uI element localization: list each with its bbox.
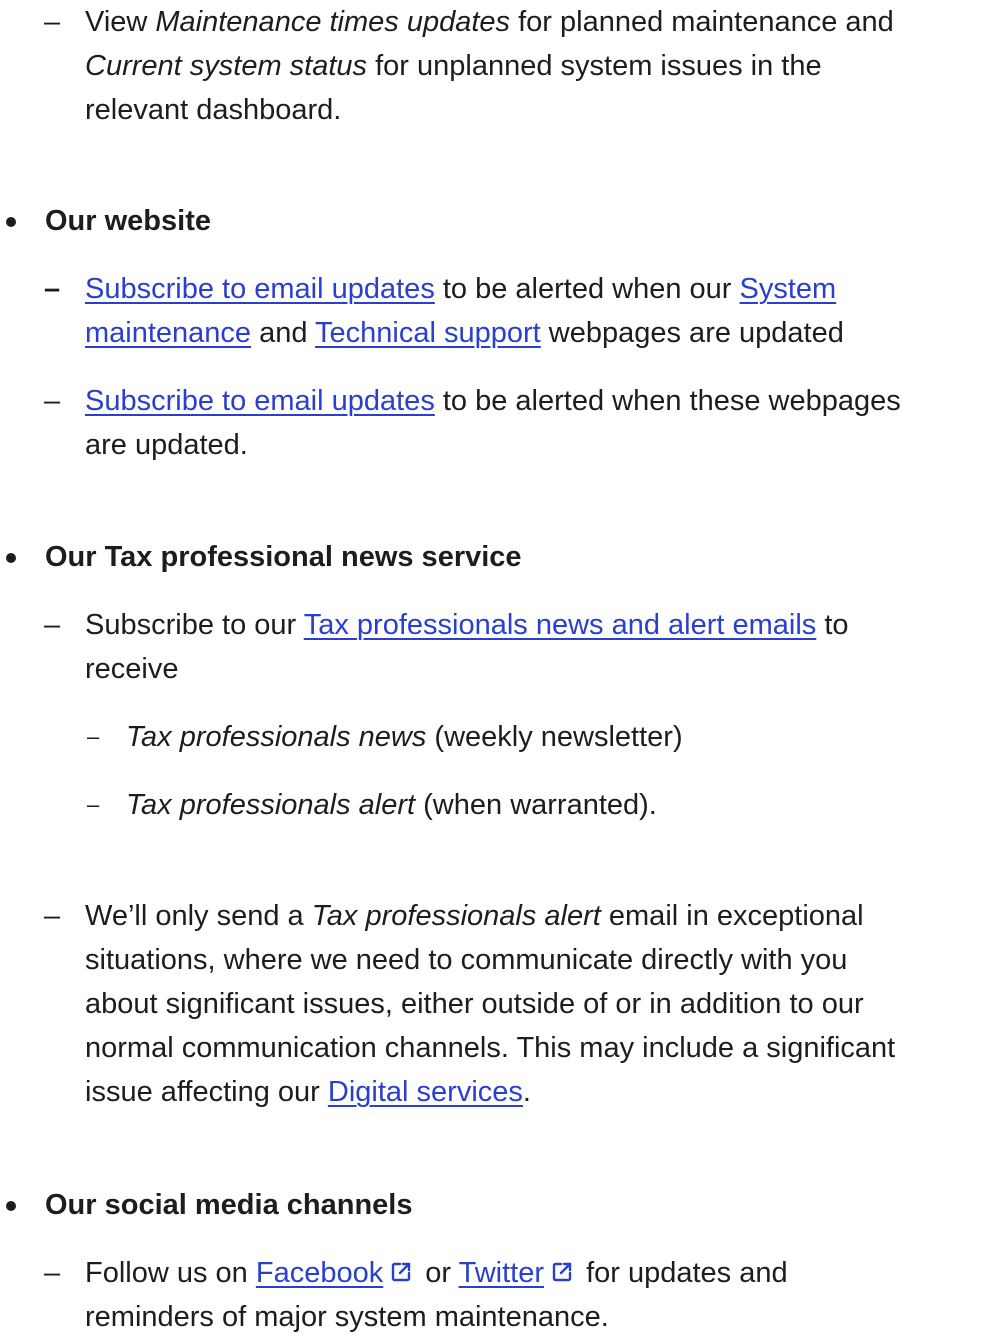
tax-professionals-emails-link[interactable]: Tax professionals news and alert emails [304,609,817,641]
news-item1-line1: Subscribe to our Tax professionals news … [85,603,849,647]
news-item2-line4: normal communication channels. This may … [85,1032,896,1064]
news-subitem2: Tax professionals alert (when warranted)… [126,783,657,827]
text: for unplanned system issues in the [367,50,822,82]
news-item2-line2: situations, where we need to communicate… [85,944,848,976]
social-item1-line1: Follow us on Facebook or Twitter for upd… [85,1251,788,1295]
external-link-icon [389,1253,413,1282]
emphasis-text: Maintenance times updates [155,6,511,38]
status-item-line1: View Maintenance times updates for plann… [85,0,894,44]
technical-support-link[interactable]: Technical support [315,317,541,349]
section-heading-website: Our website [45,205,211,237]
text: View [85,6,156,38]
text: for planned maintenance and [510,6,894,38]
emphasis-text: Tax professionals news [126,721,427,753]
list-dash: – [44,385,61,417]
list-dash: – [44,273,61,305]
news-subitem1: Tax professionals news (weekly newslette… [126,715,683,759]
news-item2-line3: about significant issues, either outside… [85,988,864,1020]
emphasis-text: Current system status [85,50,368,82]
website-item1-line2: maintenance and Technical support webpag… [85,311,844,355]
text: for updates and [578,1257,788,1289]
twitter-link[interactable]: Twitter [459,1257,544,1289]
list-dash: – [44,900,61,932]
emphasis-text: Tax professionals alert [126,789,416,821]
subscribe-email-link[interactable]: Subscribe to email updates [85,273,435,305]
text: . [522,1076,531,1108]
news-item1-line2: receive [85,653,179,685]
section-heading-social: Our social media channels [45,1189,413,1221]
bullet-icon [6,553,16,563]
status-item-line2: Current system status for unplanned syst… [85,44,822,88]
facebook-link[interactable]: Facebook [256,1257,383,1289]
news-item2-line1: We’ll only send a Tax professionals aler… [85,894,864,938]
text: to be alerted when our [434,273,740,305]
social-item1-line2: reminders of major system maintenance. [85,1301,609,1333]
website-item2-line1: Subscribe to email updates to be alerted… [85,379,901,423]
bullet-icon [6,217,16,227]
system-maintenance-link[interactable]: System [740,273,837,305]
subscribe-email-link[interactable]: Subscribe to email updates [85,385,435,417]
sublist-dash: – [87,724,100,749]
sublist-dash: – [87,792,100,817]
text: We’ll only send a [85,900,312,932]
system-maintenance-link[interactable]: maintenance [85,317,251,349]
text: (when warranted). [415,789,657,821]
list-dash: – [44,6,61,38]
text: webpages are updated [540,317,844,349]
section-heading-news: Our Tax professional news service [45,541,522,573]
text: Follow us on [85,1257,256,1289]
list-dash: – [44,1257,61,1289]
text: email in exceptional [600,900,864,932]
bullet-icon [6,1201,16,1211]
text: (weekly newsletter) [426,721,683,753]
digital-services-link[interactable]: Digital services [328,1076,523,1108]
status-item-line3: relevant dashboard. [85,94,342,126]
external-link-icon [550,1253,574,1282]
list-dash: – [44,609,61,641]
text: issue affecting our [85,1076,328,1108]
emphasis-text: Tax professionals alert [311,900,601,932]
text: Subscribe to our [85,609,304,641]
text: to [816,609,849,641]
website-item2-line2: are updated. [85,429,248,461]
text: to be alerted when these webpages [434,385,901,417]
news-item2-line5: issue affecting our Digital services. [85,1070,531,1114]
text: and [251,317,316,349]
text: or [417,1257,459,1289]
website-item1-line1: Subscribe to email updates to be alerted… [85,267,836,311]
